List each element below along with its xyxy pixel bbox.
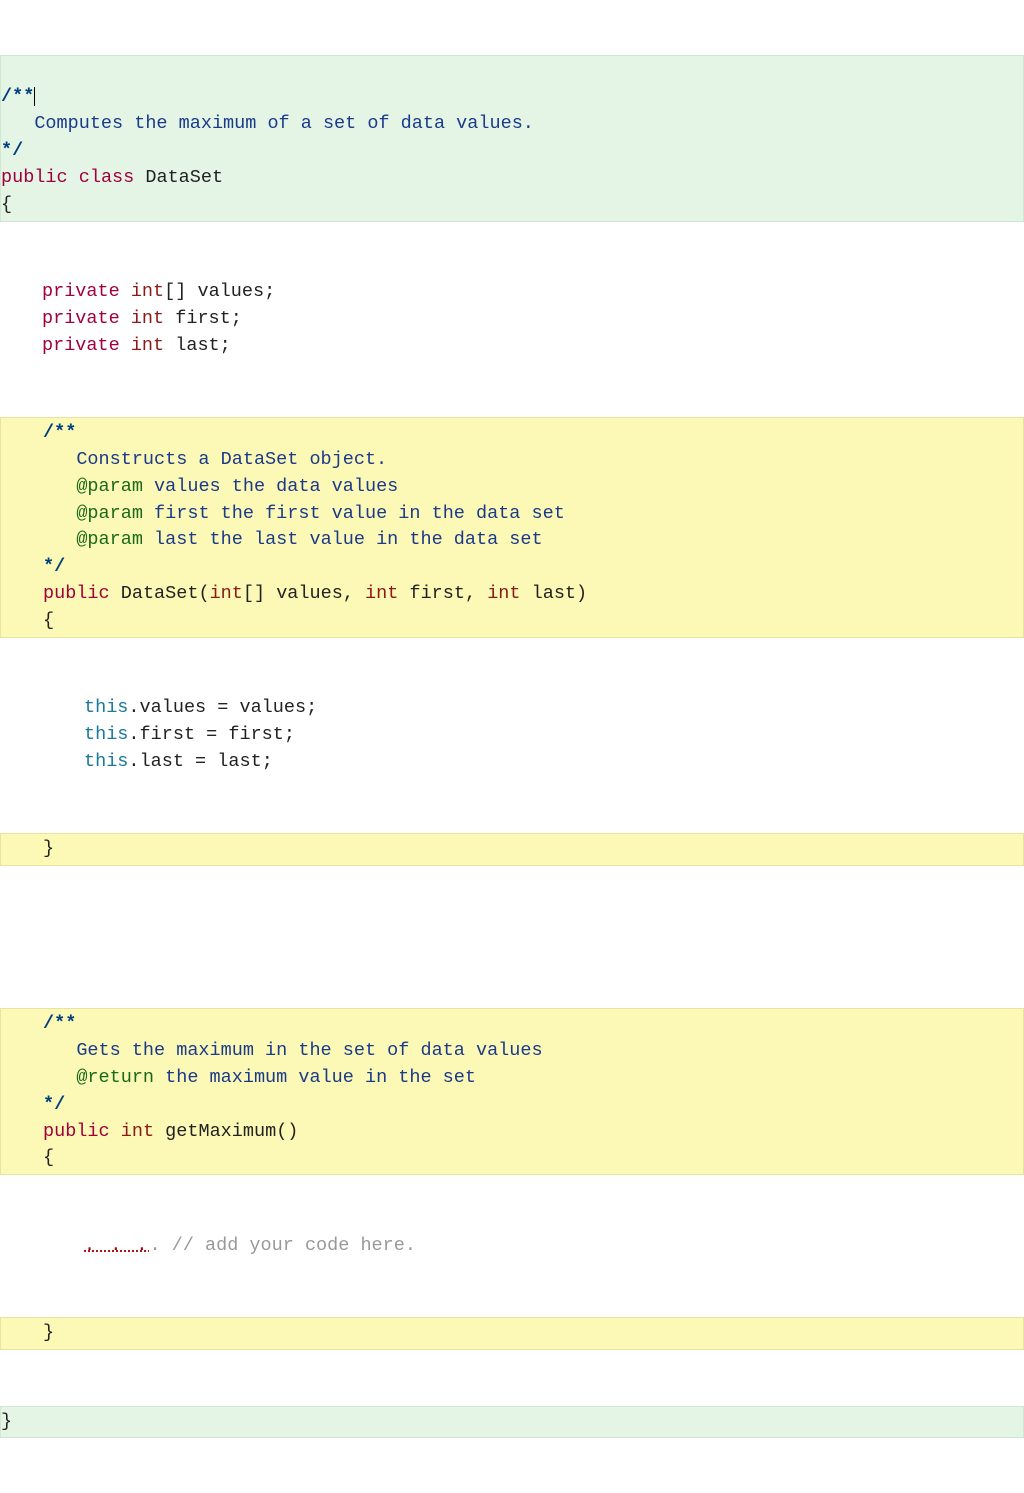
class-header-block: /** Computes the maximum of a set of dat… bbox=[0, 55, 1024, 222]
param-tag: @param bbox=[76, 476, 143, 497]
class-close-block: } bbox=[0, 1406, 1024, 1439]
blank-gap bbox=[0, 922, 1024, 953]
doc-open: /** bbox=[1, 86, 34, 107]
placeholder-dots[interactable]: . . . bbox=[84, 1235, 150, 1256]
return-tag: @return bbox=[76, 1067, 154, 1088]
placeholder-hint: . // add your code here. bbox=[150, 1235, 416, 1256]
ctor-body-block: this.values = values; this.first = first… bbox=[0, 693, 1024, 777]
kw-private: private bbox=[42, 281, 120, 302]
text-cursor bbox=[34, 87, 35, 106]
ctor-doc-line: Constructs a DataSet object. bbox=[76, 449, 387, 470]
field-last: last bbox=[175, 335, 219, 356]
brace-close: } bbox=[1, 1411, 12, 1432]
brace-open: { bbox=[1, 194, 12, 215]
kw-this: this bbox=[84, 697, 128, 718]
type-int: int bbox=[131, 281, 164, 302]
code-container: /** Computes the maximum of a set of dat… bbox=[0, 0, 1024, 1493]
class-name: DataSet bbox=[145, 167, 223, 188]
method-close-block: } bbox=[0, 1317, 1024, 1350]
ctor-close-block: } bbox=[0, 833, 1024, 866]
fields-block: private int[] values; private int first;… bbox=[0, 277, 1024, 361]
code-entry-block[interactable]: . . .. // add your code here. bbox=[0, 1231, 1024, 1262]
method-name: getMaximum bbox=[165, 1121, 276, 1142]
max-doc-block: /** Gets the maximum in the set of data … bbox=[0, 1008, 1024, 1175]
array-brackets: [] bbox=[164, 281, 186, 302]
ctor-name: DataSet bbox=[121, 583, 199, 604]
ctor-doc-block: /** Constructs a DataSet object. @param … bbox=[0, 417, 1024, 638]
field-first: first bbox=[175, 308, 231, 329]
kw-public: public bbox=[1, 167, 68, 188]
max-doc-line: Gets the maximum in the set of data valu… bbox=[76, 1040, 542, 1061]
doc-close: */ bbox=[1, 140, 23, 161]
kw-class: class bbox=[79, 167, 135, 188]
field-values: values bbox=[197, 281, 264, 302]
doc-line: Computes the maximum of a set of data va… bbox=[34, 113, 534, 134]
